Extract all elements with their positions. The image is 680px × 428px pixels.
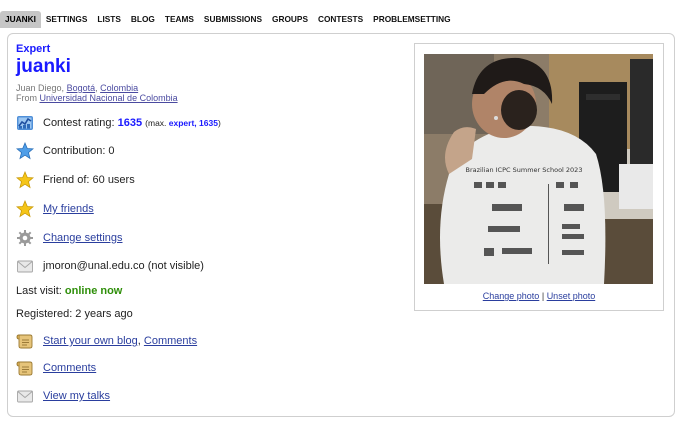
change-settings-link[interactable]: Change settings (43, 232, 123, 244)
view-talks-link[interactable]: View my talks (43, 390, 110, 402)
unset-photo-link[interactable]: Unset photo (547, 291, 596, 301)
tab-groups[interactable]: GROUPS (267, 11, 313, 28)
tab-teams[interactable]: TEAMS (160, 11, 199, 28)
contribution-row: Contribution: 0 (16, 142, 115, 160)
rating-label: Contest rating: (43, 117, 115, 129)
gold-star-icon (16, 200, 34, 218)
scroll-icon (16, 332, 34, 350)
last-visit-label: Last visit: (16, 285, 62, 297)
comments-link[interactable]: Comments (43, 362, 96, 374)
email-row: jmoron@unal.edu.co (not visible) (16, 257, 204, 275)
comments-row: Comments (16, 359, 96, 377)
tab-blog[interactable]: BLOG (126, 11, 160, 28)
tab-juanki[interactable]: JUANKI (0, 11, 41, 28)
friend-of-row: Friend of: 60 users (16, 171, 135, 189)
city-link[interactable]: Bogotá (67, 83, 96, 93)
user-rank: Expert (16, 43, 51, 55)
photo-links: Change photo | Unset photo (415, 291, 663, 301)
country-link[interactable]: Colombia (100, 83, 138, 93)
registered-row: Registered: 2 years ago (16, 308, 133, 320)
change-photo-link[interactable]: Change photo (483, 291, 540, 301)
profile-nav-tabs: JUANKI SETTINGS LISTS BLOG TEAMS SUBMISS… (0, 11, 456, 29)
rating-max: (max. expert, 1635) (145, 118, 221, 128)
blog-comments-link[interactable]: Comments (144, 335, 197, 347)
from-label: From (16, 93, 37, 103)
blue-star-icon (16, 142, 34, 160)
user-organization: From Universidad Nacional de Colombia (16, 93, 178, 103)
gear-icon (16, 229, 34, 247)
tab-lists[interactable]: LISTS (92, 11, 126, 28)
tab-contests[interactable]: CONTESTS (313, 11, 368, 28)
email-text: jmoron@unal.edu.co (not visible) (43, 260, 204, 272)
rating-value: 1635 (117, 117, 143, 129)
rating-max-rank: expert, 1635 (168, 118, 218, 128)
shirt-text: Brazilian ICPC Summer School 2023 (466, 166, 583, 174)
talks-row: View my talks (16, 387, 110, 405)
last-visit-row: Last visit: online now (16, 285, 122, 297)
contest-rating-row: Contest rating: 1635 (max. expert, 1635) (16, 114, 221, 132)
organization-link[interactable]: Universidad Nacional de Colombia (40, 93, 178, 103)
tab-problemsetting[interactable]: PROBLEMSETTING (368, 11, 455, 28)
photo-illustration: Brazilian ICPC Summer School 2023 (424, 54, 653, 284)
profile-panel: Expert juanki Juan Diego, Bogotá, Colomb… (7, 33, 675, 417)
blog-row: Start your own blog, Comments (16, 332, 197, 350)
photo-links-separator: | (541, 291, 545, 301)
gold-star-icon (16, 171, 34, 189)
tab-submissions[interactable]: SUBMISSIONS (199, 11, 267, 28)
friend-of-text: Friend of: 60 users (43, 174, 135, 186)
envelope-icon (16, 387, 34, 405)
user-handle: juanki (16, 56, 71, 77)
envelope-icon (16, 257, 34, 275)
user-real-name: Juan Diego (16, 83, 62, 93)
change-settings-row: Change settings (16, 229, 123, 247)
my-friends-row: My friends (16, 200, 94, 218)
registered-text: Registered: 2 years ago (16, 308, 133, 320)
online-status: online now (64, 285, 123, 297)
contribution-text: Contribution: 0 (43, 145, 115, 157)
my-friends-link[interactable]: My friends (43, 203, 94, 215)
rating-chart-icon (16, 114, 34, 132)
start-blog-link[interactable]: Start your own blog (43, 335, 138, 347)
photo-box: Brazilian ICPC Summer School 2023 Change… (414, 43, 664, 311)
tab-settings[interactable]: SETTINGS (41, 11, 93, 28)
scroll-icon (16, 359, 34, 377)
user-photo: Brazilian ICPC Summer School 2023 (424, 54, 653, 284)
